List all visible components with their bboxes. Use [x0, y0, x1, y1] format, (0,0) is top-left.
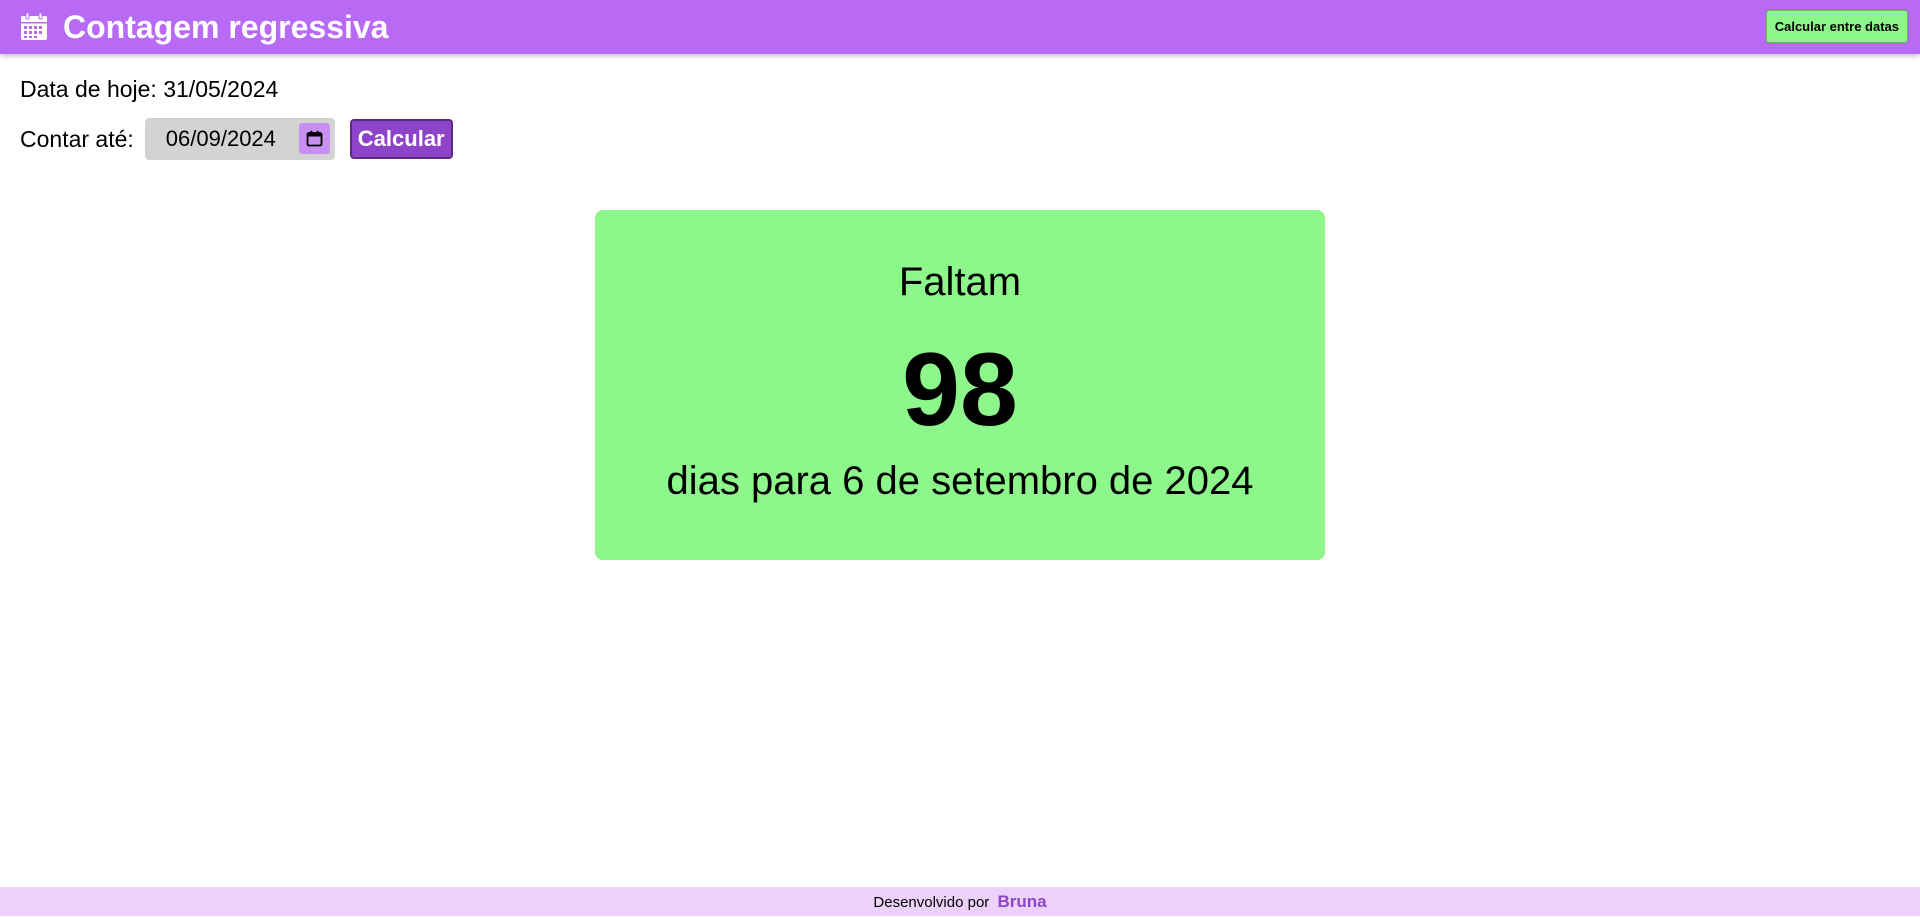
calendar-picker-glyph-icon	[306, 130, 323, 147]
footer-text: Desenvolvido por	[873, 894, 990, 911]
footer: Desenvolvido por Bruna	[0, 887, 1920, 916]
target-date-input[interactable]: 06/09/2024	[144, 118, 335, 160]
result-description: dias para 6 de setembro de 2024	[666, 459, 1254, 503]
today-label: Data de hoje:	[20, 76, 157, 102]
countdown-form: Contar até: 06/09/2024 Calcular	[20, 118, 453, 160]
target-date-value: 06/09/2024	[165, 126, 276, 151]
calculate-between-dates-button[interactable]: Calcular entre datas	[1765, 10, 1908, 43]
today-date: Data de hoje: 31/05/2024	[20, 75, 278, 103]
footer-author: Bruna	[997, 892, 1047, 911]
result-prefix: Faltam	[898, 260, 1022, 304]
calendar-picker-icon[interactable]	[298, 123, 330, 154]
days-remaining: 98	[902, 332, 1018, 448]
page-title: Contagem regressiva	[63, 9, 389, 45]
app-header: Contagem regressiva Calcular entre datas	[0, 0, 1920, 54]
calendar-icon	[21, 12, 47, 40]
calculate-button[interactable]: Calcular	[349, 119, 453, 159]
count-until-label: Contar até:	[20, 126, 134, 152]
today-value: 31/05/2024	[163, 76, 279, 102]
result-card: Faltam 98 dias para 6 de setembro de 202…	[595, 210, 1325, 560]
